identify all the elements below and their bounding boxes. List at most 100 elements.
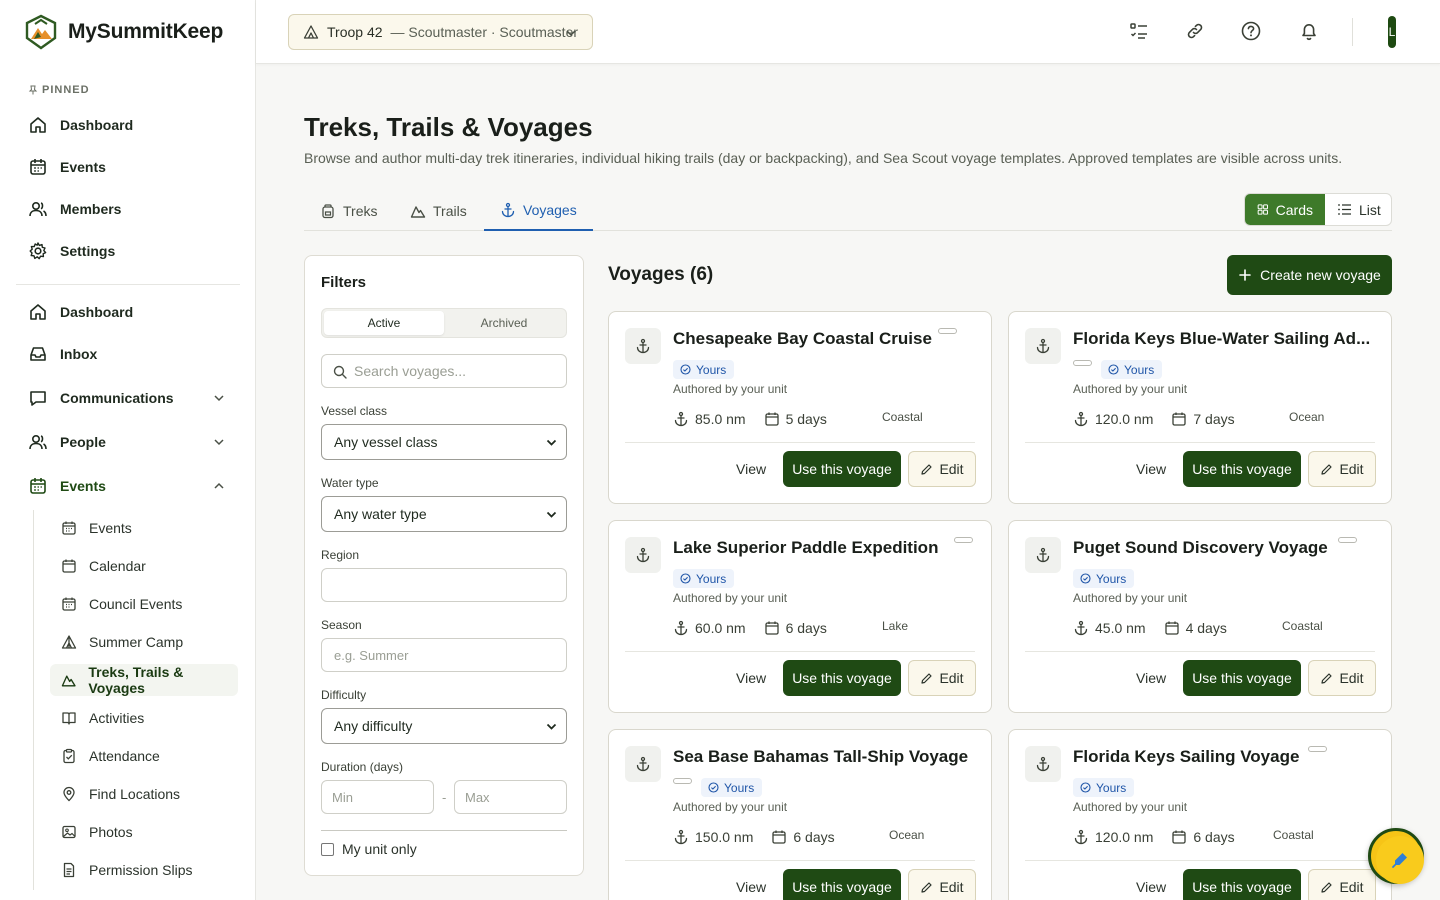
voyage-card[interactable]: Florida Keys Blue-Water Sailing Ad... You… (1008, 311, 1392, 504)
sidebar-item-events[interactable]: Events (16, 468, 240, 504)
link-icon[interactable] (1184, 20, 1206, 42)
floating-action-inner[interactable] (1376, 836, 1424, 884)
yours-badge: Yours (673, 360, 735, 379)
difficulty-select[interactable]: Any difficulty (321, 708, 567, 744)
anchor-icon (1036, 338, 1050, 354)
use-voyage-button[interactable]: Use this voyage (1183, 869, 1301, 900)
users-icon (29, 434, 47, 450)
view-link[interactable]: View (736, 670, 766, 686)
checkbox-box[interactable] (321, 842, 334, 856)
pin-icon (28, 85, 38, 95)
sidebar-subitem-find-locations[interactable]: Find Locations (50, 778, 238, 810)
pinned-item-events[interactable]: Events (16, 149, 240, 185)
bell-icon[interactable] (1298, 20, 1320, 42)
sidebar-subitem-permission-slips[interactable]: Permission Slips (50, 854, 238, 886)
help-icon[interactable] (1240, 20, 1262, 42)
my-unit-only-checkbox[interactable]: My unit only (321, 841, 417, 857)
use-voyage-button[interactable]: Use this voyage (1183, 451, 1301, 487)
voyage-title[interactable]: Puget Sound Discovery Voyage (1073, 538, 1328, 558)
edit-button[interactable]: Edit (908, 869, 976, 900)
duration-min-input[interactable]: Min (321, 780, 434, 814)
results-title: Voyages (6) (608, 264, 714, 285)
view-link[interactable]: View (1136, 879, 1166, 895)
status-active-option[interactable]: Active (324, 311, 444, 335)
pinned-item-members[interactable]: Members (16, 191, 240, 227)
troop-selector[interactable]: Troop 42 — Scoutmaster · Scoutmaster (288, 14, 593, 50)
distance-value: 120.0 nm (1095, 829, 1154, 845)
use-voyage-button[interactable]: Use this voyage (783, 451, 901, 487)
edit-label: Edit (1339, 879, 1364, 895)
sidebar-subitem-calendar[interactable]: Calendar (50, 550, 238, 582)
brand[interactable]: MySummitKeep (24, 14, 223, 50)
region-input[interactable] (321, 568, 567, 602)
voyage-card[interactable]: Puget Sound Discovery Voyage Yours Authore… (1008, 520, 1392, 713)
voyage-card[interactable]: Florida Keys Sailing Voyage Yours Authored… (1008, 729, 1392, 900)
use-voyage-button[interactable]: Use this voyage (783, 660, 901, 696)
nav-label: Settings (60, 243, 116, 259)
view-link[interactable]: View (1136, 670, 1166, 686)
sidebar-subitem-summer-camp[interactable]: Summer Camp (50, 626, 238, 658)
sidebar-subitem-treks-trails-voyages[interactable]: Treks, Trails & Voyages (50, 664, 238, 696)
view-link[interactable]: View (1136, 461, 1166, 477)
edit-button[interactable]: Edit (1308, 451, 1376, 487)
vessel-class-select[interactable]: Any vessel class (321, 424, 567, 460)
voyage-card[interactable]: Sea Base Bahamas Tall-Ship Voyage Yours Au… (608, 729, 992, 900)
sidebar-subitem-activities[interactable]: Activities (50, 702, 238, 734)
create-voyage-button[interactable]: Create new voyage (1227, 255, 1392, 295)
pinned-item-settings[interactable]: Settings (16, 233, 240, 269)
use-voyage-button[interactable]: Use this voyage (1183, 660, 1301, 696)
voyage-title[interactable]: Florida Keys Sailing Voyage (1073, 747, 1299, 767)
search-input[interactable]: Search voyages... (321, 354, 567, 388)
subnav-label: Attendance (89, 748, 160, 764)
document-icon (63, 862, 75, 878)
voyage-title[interactable]: Lake Superior Paddle Expedition (673, 538, 938, 558)
tab-trails[interactable]: Trails (394, 190, 483, 231)
voyage-title[interactable]: Chesapeake Bay Coastal Cruise (673, 329, 932, 349)
voyage-card[interactable]: Chesapeake Bay Coastal Cruise Yours Author… (608, 311, 992, 504)
water-type-select[interactable]: Any water type (321, 496, 567, 532)
calendar-icon (764, 412, 779, 426)
avatar[interactable]: L (1388, 16, 1396, 48)
sidebar-item-dashboard[interactable]: Dashboard (16, 294, 240, 330)
sidebar-item-people[interactable]: People (16, 424, 240, 460)
duration-max-input[interactable]: Max (454, 780, 567, 814)
edit-button[interactable]: Edit (1308, 869, 1376, 900)
water-type: Coastal (1282, 619, 1323, 633)
sidebar-subitem-attendance[interactable]: Attendance (50, 740, 238, 772)
anchor-icon (501, 202, 515, 217)
book-icon (62, 712, 76, 725)
voyage-card[interactable]: Lake Superior Paddle Expedition Yours Auth… (608, 520, 992, 713)
view-cards-button[interactable]: Cards (1245, 194, 1325, 225)
distance-value: 150.0 nm (695, 829, 754, 845)
troop-role: — Scoutmaster · Scoutmaster (390, 24, 579, 40)
voyage-title[interactable]: Sea Base Bahamas Tall-Ship Voyage (673, 747, 968, 767)
voyage-title[interactable]: Florida Keys Blue-Water Sailing Ad... (1073, 329, 1370, 349)
sidebar-item-communications[interactable]: Communications (16, 380, 240, 416)
pinned-item-dashboard[interactable]: Dashboard (16, 107, 240, 143)
season-input[interactable]: e.g. Summer (321, 638, 567, 672)
edit-button[interactable]: Edit (908, 660, 976, 696)
chevron-down-icon (546, 511, 557, 518)
voyage-stats: 120.0 nm 6 days (1073, 829, 1253, 845)
edit-button[interactable]: Edit (908, 451, 976, 487)
sidebar-subitem-photos[interactable]: Photos (50, 816, 238, 848)
view-list-button[interactable]: List (1325, 194, 1391, 225)
view-link[interactable]: View (736, 461, 766, 477)
sidebar-subitem-council-events[interactable]: Council Events (50, 588, 238, 620)
check-circle-icon (680, 364, 691, 375)
sidebar-item-inbox[interactable]: Inbox (16, 336, 240, 372)
sidebar-subitem-events[interactable]: Events (50, 512, 238, 544)
voyage-thumbnail (1025, 537, 1061, 573)
status-archived-option[interactable]: Archived (444, 311, 564, 335)
view-link[interactable]: View (736, 879, 766, 895)
checklist-icon[interactable] (1128, 20, 1150, 42)
tab-voyages[interactable]: Voyages (484, 190, 593, 231)
top-bar: Troop 42 — Scoutmaster · Scoutmaster L (256, 0, 1440, 64)
card-divider (625, 651, 975, 652)
tab-treks[interactable]: Treks (304, 190, 393, 231)
yours-badge: Yours (673, 569, 735, 588)
use-voyage-button[interactable]: Use this voyage (783, 869, 901, 900)
edit-button[interactable]: Edit (1308, 660, 1376, 696)
calendar-icon (1164, 621, 1179, 635)
avatar-initial: L (1388, 25, 1396, 39)
